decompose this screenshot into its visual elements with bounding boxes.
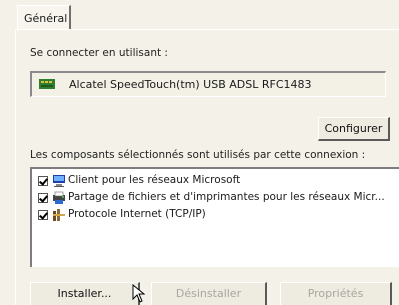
components-label: Les composants sélectionnés sont utilisé… <box>30 149 366 161</box>
adapter-name: Alcatel SpeedTouch(tm) USB ADSL RFC1483 <box>69 78 312 91</box>
network-client-icon <box>53 175 65 187</box>
printer-share-icon <box>53 191 65 204</box>
install-button[interactable]: Installer... <box>30 282 140 305</box>
component-label: Client pour les réseaux Microsoft <box>68 174 241 186</box>
connect-using-label: Se connecter en utilisant : <box>30 47 168 59</box>
uninstall-button[interactable]: Désinstaller <box>151 282 267 305</box>
adapter-field: Alcatel SpeedTouch(tm) USB ADSL RFC1483 <box>30 71 386 97</box>
network-adapter-icon <box>39 79 55 89</box>
mouse-cursor-icon <box>132 284 146 303</box>
component-checkbox[interactable] <box>38 176 48 186</box>
connection-properties-dialog: Général Se connecter en utilisant : Alca… <box>0 0 399 305</box>
properties-button[interactable]: Propriétés <box>280 282 392 305</box>
component-label: Partage de fichiers et d'imprimantes pou… <box>68 191 385 203</box>
component-label: Protocole Internet (TCP/IP) <box>68 208 206 220</box>
protocol-icon <box>53 209 65 221</box>
components-list[interactable]: Client pour les réseaux Microsoft Partag… <box>30 167 399 267</box>
tab-general-label: Général <box>24 12 68 25</box>
component-checkbox[interactable] <box>38 193 48 203</box>
component-checkbox[interactable] <box>38 210 48 220</box>
tab-general[interactable]: Général <box>17 5 71 30</box>
configure-button[interactable]: Configurer <box>318 117 390 141</box>
